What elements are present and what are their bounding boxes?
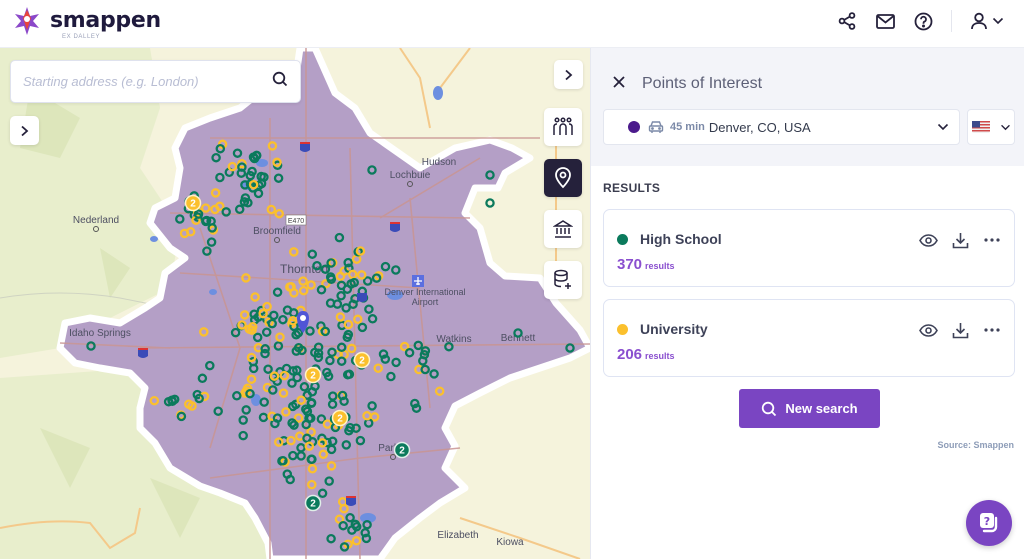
place-label: Nederland <box>73 215 119 226</box>
logo-icon <box>15 7 39 35</box>
population-layer-button[interactable] <box>544 108 582 146</box>
cluster-count: 2 <box>337 414 343 425</box>
result-count-unit: results <box>645 261 675 271</box>
marker-cluster[interactable]: 2 <box>184 194 202 212</box>
result-count-value: 206 <box>617 346 643 363</box>
result-count-value: 370 <box>617 256 643 273</box>
result-card-university[interactable]: University 206 results <box>603 299 1015 377</box>
help-icon[interactable] <box>913 11 933 31</box>
more-options-icon[interactable] <box>982 320 1002 340</box>
cluster-count: 2 <box>310 371 316 382</box>
toggle-panel-button[interactable] <box>554 60 583 89</box>
chevron-right-icon <box>21 125 29 136</box>
new-search-button[interactable]: New search <box>739 389 880 428</box>
close-icon[interactable] <box>611 74 627 90</box>
top-bar: smappen EX DALLEY <box>0 0 1024 48</box>
cluster-count: 2 <box>190 199 196 210</box>
area-color-dot <box>628 121 640 133</box>
category-color-dot <box>617 234 628 245</box>
panel-header: Points of Interest 45 min Denver, CO, US… <box>591 48 1024 166</box>
svg-text:?: ? <box>984 515 990 528</box>
share-icon[interactable] <box>837 11 857 31</box>
address-search-input[interactable] <box>23 74 272 89</box>
highway-shield: E470 <box>285 214 307 226</box>
place-label: Lochbuie <box>390 170 431 181</box>
new-search-label: New search <box>785 401 858 416</box>
chevron-right-icon <box>565 69 573 80</box>
add-data-button[interactable] <box>544 261 582 299</box>
chevron-down-icon <box>1001 124 1010 130</box>
data-source: Source: Smappen <box>937 440 1014 450</box>
help-chat-button[interactable]: ? <box>966 500 1012 546</box>
institutions-layer-button[interactable] <box>544 210 582 248</box>
people-icon <box>553 117 573 135</box>
highway-shield <box>300 142 310 152</box>
brand-subtitle: EX DALLEY <box>62 34 101 40</box>
eye-icon[interactable] <box>918 230 938 250</box>
search-icon <box>762 401 777 416</box>
category-name: High School <box>640 231 722 247</box>
smappen-logo[interactable]: smappen EX DALLEY <box>12 6 161 40</box>
result-count: 370 results <box>617 256 675 273</box>
more-options-icon[interactable] <box>982 230 1002 250</box>
points-of-interest-panel: Points of Interest 45 min Denver, CO, US… <box>590 48 1024 559</box>
travel-time: 45 min <box>670 121 705 133</box>
user-icon <box>971 12 987 30</box>
map-view[interactable]: Nederland Idaho Springs Broomfield Thornton… <box>0 48 590 559</box>
place-label: Bennett <box>501 333 536 344</box>
user-menu[interactable] <box>970 12 1004 30</box>
area-selector[interactable]: 45 min Denver, CO, USA <box>603 109 960 145</box>
result-count-unit: results <box>645 351 675 361</box>
highway-shield <box>138 348 148 358</box>
cluster-count: 2 <box>399 446 405 457</box>
marker-cluster[interactable]: 2 <box>353 351 371 369</box>
place-label: Hudson <box>422 157 456 168</box>
chevron-down-icon <box>992 17 1004 25</box>
expand-left-panel-button[interactable] <box>10 116 39 145</box>
place-label: Watkins <box>436 334 471 345</box>
area-location: Denver, CO, USA <box>708 119 811 135</box>
help-chat-icon: ? <box>980 513 998 533</box>
results-heading: RESULTS <box>603 181 661 195</box>
database-plus-icon <box>554 269 571 289</box>
cluster-count: 2 <box>310 499 316 510</box>
place-label: Airport <box>412 297 439 307</box>
map-pin-icon <box>555 167 571 189</box>
highway-shield <box>390 222 400 232</box>
us-flag-icon <box>972 121 990 133</box>
mail-icon[interactable] <box>875 11 895 31</box>
cluster-count: 2 <box>359 356 365 367</box>
address-search-box <box>10 60 301 103</box>
result-card-high-school[interactable]: High School 370 results <box>603 209 1015 287</box>
search-icon[interactable] <box>272 71 288 92</box>
download-icon[interactable] <box>950 230 970 250</box>
country-selector[interactable] <box>967 109 1015 145</box>
category-name: University <box>640 321 708 337</box>
marker-cluster[interactable]: 2 <box>304 366 322 384</box>
place-label: Kiowa <box>496 537 524 548</box>
place-label: Denver International <box>384 287 465 297</box>
shield-label: E470 <box>288 218 304 225</box>
marker-cluster[interactable]: 2 <box>304 494 322 512</box>
points-of-interest-button[interactable] <box>544 159 582 197</box>
place-label: Idaho Springs <box>69 328 131 339</box>
highway-shield <box>357 293 367 302</box>
bank-icon <box>553 220 573 238</box>
chevron-down-icon <box>937 123 949 131</box>
brand-name: smappen <box>50 8 161 33</box>
result-count: 206 results <box>617 346 675 363</box>
marker-cluster[interactable]: 2 <box>331 409 349 427</box>
airport-icon <box>412 275 424 287</box>
car-icon <box>648 121 664 133</box>
eye-icon[interactable] <box>918 320 938 340</box>
divider <box>951 10 952 32</box>
place-label: Broomfield <box>253 226 301 237</box>
place-label: Elizabeth <box>437 530 478 541</box>
category-color-dot <box>617 324 628 335</box>
highway-shield <box>346 496 356 506</box>
download-icon[interactable] <box>950 320 970 340</box>
marker-cluster[interactable]: 2 <box>393 441 411 459</box>
map-canvas[interactable]: NederlandIdaho SpringsBroomfieldThornton… <box>0 48 590 559</box>
panel-title: Points of Interest <box>642 75 763 92</box>
